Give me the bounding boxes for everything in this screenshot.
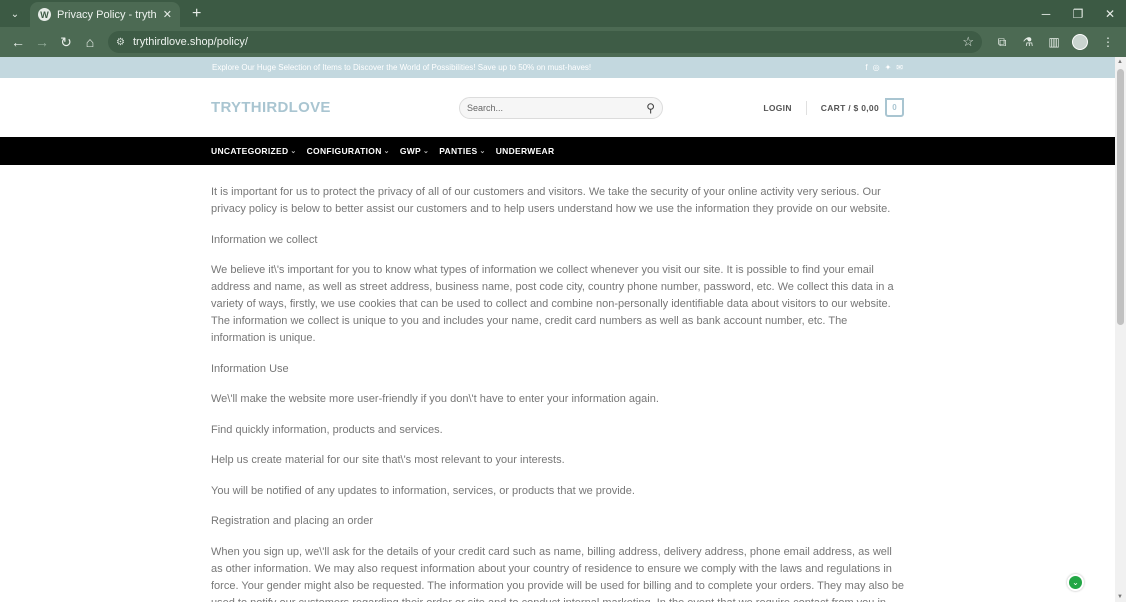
search-icon[interactable]: ⚲ [646,101,655,115]
chevron-down-icon: ⌄ [290,148,297,155]
extensions-puzzle-icon[interactable]: ⧉ [990,30,1014,54]
paragraph: Help us create material for our site tha… [211,454,565,466]
tab-close-icon[interactable]: ✕ [163,8,172,21]
scrollbar-thumb[interactable] [1117,69,1124,325]
section-heading: Registration and placing an order [211,515,374,527]
home-icon[interactable]: ⌂ [78,30,102,54]
paragraph: You will be notified of any updates to i… [211,484,635,497]
promo-text: Explore Our Huge Selection of Items to D… [212,63,592,72]
site-header: TRYTHIRDLOVE ⚲ LOGIN CART / $ 0,00 0 [0,78,1115,137]
page-scrollbar[interactable]: ▲ ▼ [1115,57,1126,602]
paragraph: It is important for us to protect the pr… [211,186,891,215]
site-logo[interactable]: TRYTHIRDLOVE [211,99,459,116]
reload-icon[interactable]: ↻ [54,30,78,54]
nav-item-panties[interactable]: PANTIES ⌄ [439,146,485,156]
nav-item-underwear[interactable]: UNDERWEAR [496,146,555,156]
floating-chat-icon[interactable]: ⌄ [1067,574,1084,591]
browser-tab-bar: ⌄ W Privacy Policy - trythirdlove ✕ + ─ … [0,0,1126,27]
social-links: f ◎ ✦ ✉ [865,63,903,72]
address-bar[interactable]: ⚙ trythirdlove.shop/policy/ ☆ [108,31,982,53]
bookmark-star-icon[interactable]: ☆ [962,34,974,50]
scroll-up-icon[interactable]: ▲ [1117,59,1123,65]
forward-arrow-icon[interactable]: → [30,30,54,54]
tab-title: Privacy Policy - trythirdlove [57,8,157,21]
email-icon[interactable]: ✉ [896,63,903,72]
instagram-icon[interactable]: ◎ [873,63,880,72]
paragraph: We believe it\'s important for you to kn… [211,264,894,344]
nav-label: UNCATEGORIZED [211,146,289,156]
chevron-down-icon: ⌄ [479,148,486,155]
section-heading: Information Use [211,362,289,375]
window-close-icon[interactable]: ✕ [1094,0,1126,27]
paragraph: We\'ll make the website more user-friend… [211,393,659,405]
site-info-icon[interactable]: ⚙ [116,37,125,48]
cart-link[interactable]: CART / $ 0,00 [821,103,879,113]
search-box[interactable]: ⚲ [459,96,663,119]
facebook-icon[interactable]: f [865,63,867,72]
new-tab-button[interactable]: + [192,5,201,23]
nav-label: GWP [399,146,422,156]
browser-menu-icon[interactable]: ⋮ [1096,30,1120,54]
paragraph: When you sign up, we\'ll ask for the det… [211,545,904,602]
profile-avatar[interactable] [1072,34,1088,50]
nav-item-gwp[interactable]: GWP ⌄ [400,146,429,156]
search-input[interactable] [467,102,647,113]
page-viewport: Explore Our Huge Selection of Items to D… [0,57,1115,602]
browser-tab[interactable]: W Privacy Policy - trythirdlove ✕ [30,2,180,27]
header-divider [805,100,807,115]
browser-toolbar: ← → ↻ ⌂ ⚙ trythirdlove.shop/policy/ ☆ ⧉ … [0,27,1126,57]
side-panel-icon[interactable]: ▥ [1042,30,1066,54]
nav-label: UNDERWEAR [495,146,555,156]
tab-search-chevron-icon[interactable]: ⌄ [4,3,26,25]
promo-bar: Explore Our Huge Selection of Items to D… [0,57,1115,78]
wordpress-favicon-icon: W [38,8,51,21]
restore-icon[interactable]: ❐ [1062,0,1094,27]
policy-content: It is important for us to protect the pr… [0,165,1115,602]
twitter-icon[interactable]: ✦ [885,63,892,72]
minimize-icon[interactable]: ─ [1030,0,1062,27]
main-navigation: UNCATEGORIZED ⌄ CONFIGURATION ⌄ GWP ⌄ PANTI… [0,137,1115,165]
nav-item-uncategorized[interactable]: UNCATEGORIZED ⌄ [211,146,297,156]
paragraph: Find quickly information, products and s… [211,423,443,436]
scroll-down-icon[interactable]: ▼ [1117,594,1123,600]
nav-label: CONFIGURATION [306,146,382,156]
labs-flask-icon[interactable]: ⚗ [1016,30,1040,54]
chevron-down-icon: ⌄ [383,148,390,155]
window-controls: ─ ❐ ✕ [1030,0,1126,27]
back-arrow-icon[interactable]: ← [6,30,30,54]
login-link[interactable]: LOGIN [763,103,791,113]
chevron-down-icon: ⌄ [423,148,430,155]
nav-item-configuration[interactable]: CONFIGURATION ⌄ [307,146,390,156]
url-text[interactable]: trythirdlove.shop/policy/ [133,36,962,48]
section-heading: Information we collect [211,233,318,246]
nav-label: PANTIES [439,146,478,156]
header-account-area: LOGIN CART / $ 0,00 0 [763,98,904,117]
cart-count-badge[interactable]: 0 [885,98,904,117]
